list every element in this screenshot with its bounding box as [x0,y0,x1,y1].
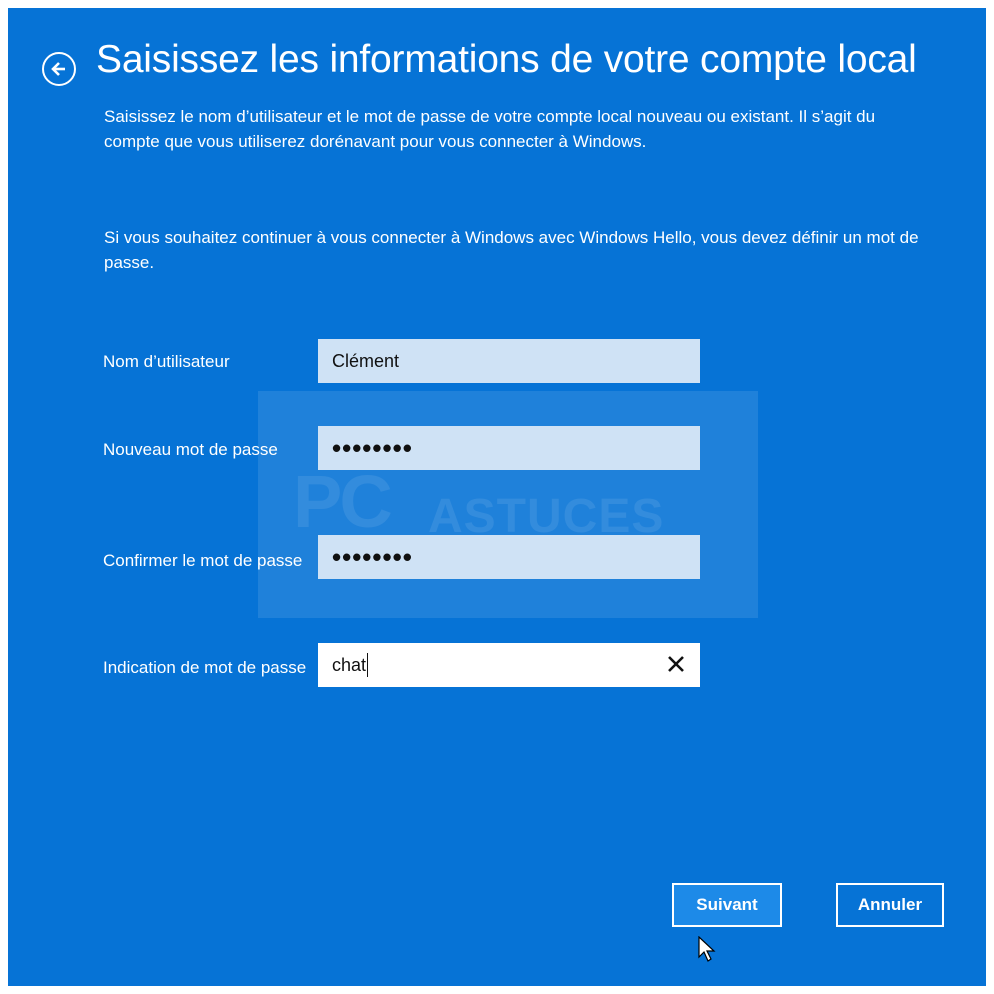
new-password-field[interactable]: •••••••• [318,426,700,470]
password-hint-field[interactable]: chat [318,643,700,687]
close-icon[interactable] [664,652,688,676]
username-field[interactable]: Clément [318,339,700,383]
page-title: Saisissez les informations de votre comp… [96,38,917,81]
mouse-pointer-icon [698,936,716,962]
intro-paragraph-1: Saisissez le nom d’utilisateur et le mot… [104,107,876,151]
confirm-password-label: Confirmer le mot de passe [103,551,303,570]
username-label: Nom d’utilisateur [103,352,230,371]
arrow-left-circle-icon [51,62,65,76]
password-hint-value: chat [332,654,367,675]
setup-window: Saisissez les informations de votre comp… [8,8,986,986]
password-hint-label: Indication de mot de passe [103,658,307,677]
back-button[interactable] [42,52,76,86]
next-button[interactable]: Suivant [672,883,782,927]
text-caret [367,653,369,677]
new-password-label: Nouveau mot de passe [103,440,278,459]
intro-paragraph-2: Si vous souhaitez continuer à vous conne… [104,228,919,272]
confirm-password-field[interactable]: •••••••• [318,535,700,579]
watermark-pc: PC [293,460,393,543]
cancel-button[interactable]: Annuler [836,883,944,927]
